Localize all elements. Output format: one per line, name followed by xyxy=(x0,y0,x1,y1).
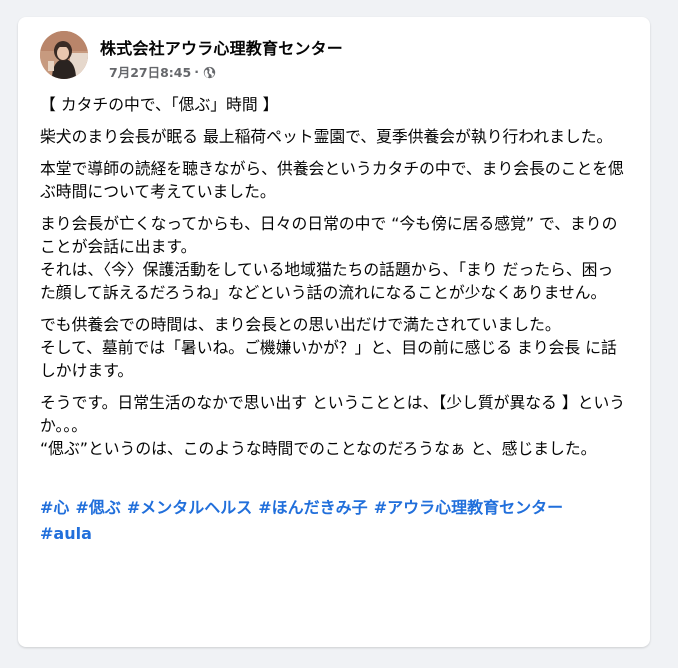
hashtag-link[interactable]: #ほんだきみ子 xyxy=(258,498,367,517)
hashtag-link[interactable]: #偲ぶ xyxy=(75,498,120,517)
post-paragraph: 本堂で導師の読経を聴きながら、供養会というカタチの中で、まり会長のことを偲ぶ時間… xyxy=(40,159,624,201)
hashtag-link[interactable]: #心 xyxy=(40,498,69,517)
post-paragraph: でも供養会での時間は、まり会長との思い出だけで満たされていました。 そして、墓前… xyxy=(40,315,617,380)
hashtag-list: #心 #偲ぶ #メンタルヘルス #ほんだきみ子 #アウラ心理教育センター #aula xyxy=(40,469,626,547)
post-paragraph: そうです。日常生活のなかで思い出す ということとは、【少し質が異なる 】というか… xyxy=(40,393,626,458)
post-card: 株式会社アウラ心理教育センター 7月27日8:45 · 【 カタチの中で、「偲ぶ… xyxy=(18,17,650,647)
hashtag-link[interactable]: #メンタルヘルス xyxy=(127,498,252,517)
meta-separator: · xyxy=(194,64,199,79)
avatar[interactable] xyxy=(40,31,88,79)
avatar-image xyxy=(40,31,88,79)
post-body: 【 カタチの中で、「偲ぶ」時間 】 柴犬のまり会長が眠る 最上稲荷ペット霊園で、… xyxy=(40,93,626,556)
post-header: 株式会社アウラ心理教育センター 7月27日8:45 · xyxy=(40,31,634,83)
hashtag-link[interactable]: #アウラ心理教育センター xyxy=(374,498,563,517)
hashtag-link[interactable]: #aula xyxy=(40,524,92,543)
post-title: 【 カタチの中で、「偲ぶ」時間 】 xyxy=(40,95,279,114)
post-meta: 7月27日8:45 · xyxy=(109,62,216,81)
post-timestamp[interactable]: 7月27日8:45 xyxy=(109,62,191,81)
page-name[interactable]: 株式会社アウラ心理教育センター xyxy=(100,35,343,59)
globe-icon[interactable] xyxy=(203,66,216,79)
post-paragraph: まり会長が亡くなってからも、日々の日常の中で “今も傍に居る感覚” で、まりのこ… xyxy=(40,214,618,302)
post-paragraph: 柴犬のまり会長が眠る 最上稲荷ペット霊園で、夏季供養会が執り行われました。 xyxy=(40,127,613,146)
